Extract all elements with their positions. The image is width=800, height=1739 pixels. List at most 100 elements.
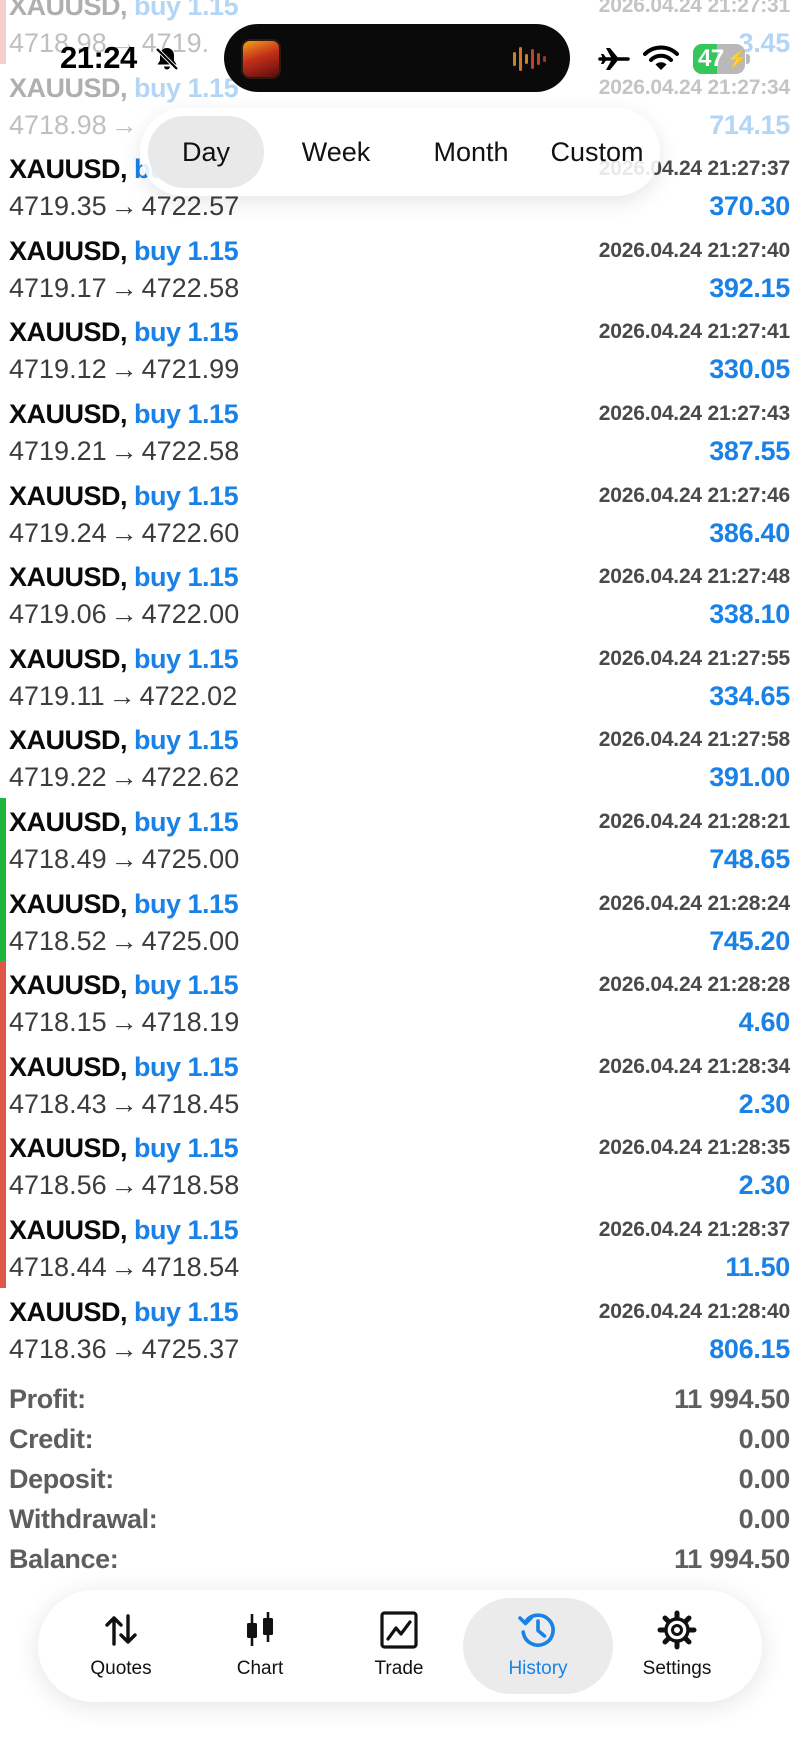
trade-close-price: 4725.00: [141, 925, 240, 956]
trade-row[interactable]: XAUUSD, buy 1.15 2026.04.24 21:27:58 4719.…: [0, 716, 800, 798]
trade-row[interactable]: XAUUSD, buy 1.15 2026.04.24 21:28:40 4718.…: [0, 1288, 800, 1370]
trade-symbol: XAUUSD,: [9, 235, 128, 266]
tab-trade[interactable]: Trade: [324, 1598, 474, 1694]
trade-prices: 4718.15 → 4718.19: [9, 1006, 239, 1038]
trade-symbol: XAUUSD,: [9, 399, 128, 429]
trade-symbol: XAUUSD,: [9, 1215, 128, 1245]
trade-open-price: 4718.15: [9, 1007, 107, 1038]
period-tab-day[interactable]: Day: [148, 116, 264, 188]
trade-prices: 4719.17 → 4722.58: [9, 272, 239, 304]
now-playing-artwork: [241, 39, 281, 79]
trade-profit: 391.00: [709, 762, 790, 793]
trade-time: 2026.04.24 21:28:40: [598, 1299, 790, 1323]
trade-side-volume: buy 1.15: [134, 970, 239, 1001]
gear-icon: [657, 1610, 697, 1650]
trade-profit: 392.15: [709, 272, 790, 303]
tab-quotes-label: Quotes: [90, 1658, 152, 1679]
trade-time: 2026.04.24 21:28:37: [598, 1218, 790, 1241]
trade-title: XAUUSD, buy 1.15: [9, 316, 239, 348]
period-tab-week[interactable]: Week: [276, 116, 396, 188]
trade-time: 2026.04.24 21:28:24: [598, 891, 790, 915]
trade-side-volume: buy 1.15: [134, 317, 239, 348]
trade-open-price: 4718.98: [9, 109, 107, 140]
trade-profit: 4.60: [738, 1007, 791, 1038]
summary-profit-value: 11 994.50: [674, 1384, 790, 1414]
trade-open-price: 4719.12: [9, 354, 107, 385]
trade-row[interactable]: XAUUSD, buy 1.15 2026.04.24 21:28:37 4718.…: [0, 1206, 800, 1288]
trade-profit: 2.30: [738, 1088, 791, 1119]
trade-profit: 338.10: [709, 599, 790, 630]
trade-open-price: 4719.21: [9, 436, 107, 466]
trade-result-marker: [0, 1206, 6, 1288]
trade-open-price: 4718.43: [9, 1088, 107, 1119]
trade-title: XAUUSD, buy 1.15: [9, 480, 239, 512]
trade-row[interactable]: XAUUSD, buy 1.15 2026.04.24 21:28:35 4718.…: [0, 1124, 800, 1207]
trade-time: 2026.04.24 21:28:28: [598, 973, 790, 997]
summary-credit-value: 0.00: [738, 1424, 791, 1454]
arrow-right-icon: →: [108, 680, 136, 711]
arrow-right-icon: →: [110, 517, 138, 548]
tab-chart[interactable]: Chart: [185, 1598, 335, 1694]
trade-symbol: XAUUSD,: [9, 1051, 128, 1082]
airplane-mode-icon: [598, 48, 630, 70]
trade-time: 2026.04.24 21:27:40: [598, 238, 790, 262]
trade-title: XAUUSD, buy 1.15: [9, 1214, 239, 1246]
trade-side-volume: buy 1.15: [134, 399, 239, 429]
trade-prices: 4718.52 → 4725.00: [9, 925, 239, 957]
trade-profit: 386.40: [709, 517, 790, 548]
trade-close-price: 4722.02: [139, 680, 238, 711]
trade-row[interactable]: XAUUSD, buy 1.15 2026.04.24 21:27:43 4719.…: [0, 390, 800, 472]
tab-quotes[interactable]: Quotes: [46, 1598, 196, 1694]
trade-side-volume: buy 1.15: [134, 1215, 239, 1245]
arrow-right-icon: →: [110, 1170, 138, 1201]
trade-result-marker: [0, 1042, 6, 1125]
trade-open-price: 4719.06: [9, 599, 107, 630]
trade-side-volume: buy 1.15: [134, 1133, 239, 1164]
trade-open-price: 4718.49: [9, 844, 107, 874]
trade-open-price: 4719.24: [9, 517, 107, 548]
dynamic-island[interactable]: [224, 24, 570, 92]
trade-side-volume: buy 1.15: [134, 888, 239, 919]
summary-withdrawal-value: 0.00: [738, 1504, 791, 1534]
trade-prices: 4718.56 → 4718.58: [9, 1169, 239, 1201]
trade-prices: 4718.98 →: [9, 109, 142, 141]
trade-open-price: 4719.17: [9, 272, 107, 303]
trade-row[interactable]: XAUUSD, buy 1.15 2026.04.24 21:28:24 4718.…: [0, 879, 800, 962]
arrow-right-icon: →: [110, 354, 138, 385]
trade-row[interactable]: XAUUSD, buy 1.15 2026.04.24 21:28:34 4718.…: [0, 1042, 800, 1125]
trade-row[interactable]: XAUUSD, buy 1.15 2026.04.24 21:28:28 4718.…: [0, 961, 800, 1044]
trade-time: 2026.04.24 21:27:58: [598, 728, 790, 752]
arrow-right-icon: →: [110, 436, 138, 466]
arrow-right-icon: →: [110, 925, 138, 956]
trade-row[interactable]: XAUUSD, buy 1.15 2026.04.24 21:27:46 4719.…: [0, 472, 800, 554]
trade-side-volume: buy 1.15: [134, 725, 239, 756]
trade-time: 2026.04.24 21:28:34: [598, 1054, 790, 1078]
trade-open-price: 4719.35: [9, 191, 107, 222]
trade-row[interactable]: XAUUSD, buy 1.15 2026.04.24 21:28:21 4718.…: [0, 798, 800, 880]
trade-time: 2026.04.24 21:27:43: [598, 402, 790, 425]
trade-symbol: XAUUSD,: [9, 725, 128, 756]
trade-title: XAUUSD, buy 1.15: [9, 643, 239, 675]
trade-side-volume: buy 1.15: [134, 480, 239, 511]
tab-settings[interactable]: Settings: [602, 1598, 752, 1694]
trade-close-price: 4722.00: [141, 599, 240, 630]
trade-prices: 4718.44 → 4718.54: [9, 1251, 239, 1283]
trade-side-volume: buy 1.15: [134, 1051, 239, 1082]
bell-muted-icon: [155, 47, 179, 71]
arrow-right-icon: →: [110, 1333, 138, 1364]
trade-profit: 11.50: [725, 1252, 790, 1282]
arrow-right-icon: →: [110, 1252, 138, 1282]
tab-history[interactable]: History: [463, 1598, 613, 1694]
trade-result-marker: [0, 961, 6, 1044]
period-tab-custom[interactable]: Custom: [540, 116, 654, 188]
trade-row[interactable]: XAUUSD, buy 1.15 2026.04.24 21:27:55 4719.…: [0, 635, 800, 717]
battery-cap: [746, 54, 750, 64]
trade-chart-icon: [380, 1611, 418, 1649]
trade-prices: 4719.24 → 4722.60: [9, 517, 239, 549]
trade-row[interactable]: XAUUSD, buy 1.15 2026.04.24 21:27:40 4719.…: [0, 227, 800, 309]
trade-symbol: XAUUSD,: [9, 1133, 128, 1164]
summary-deposit: Deposit: 0.00: [0, 1460, 800, 1500]
trade-row[interactable]: XAUUSD, buy 1.15 2026.04.24 21:27:41 4719.…: [0, 308, 800, 390]
period-tab-month[interactable]: Month: [406, 116, 536, 188]
trade-row[interactable]: XAUUSD, buy 1.15 2026.04.24 21:27:48 4719.…: [0, 553, 800, 635]
